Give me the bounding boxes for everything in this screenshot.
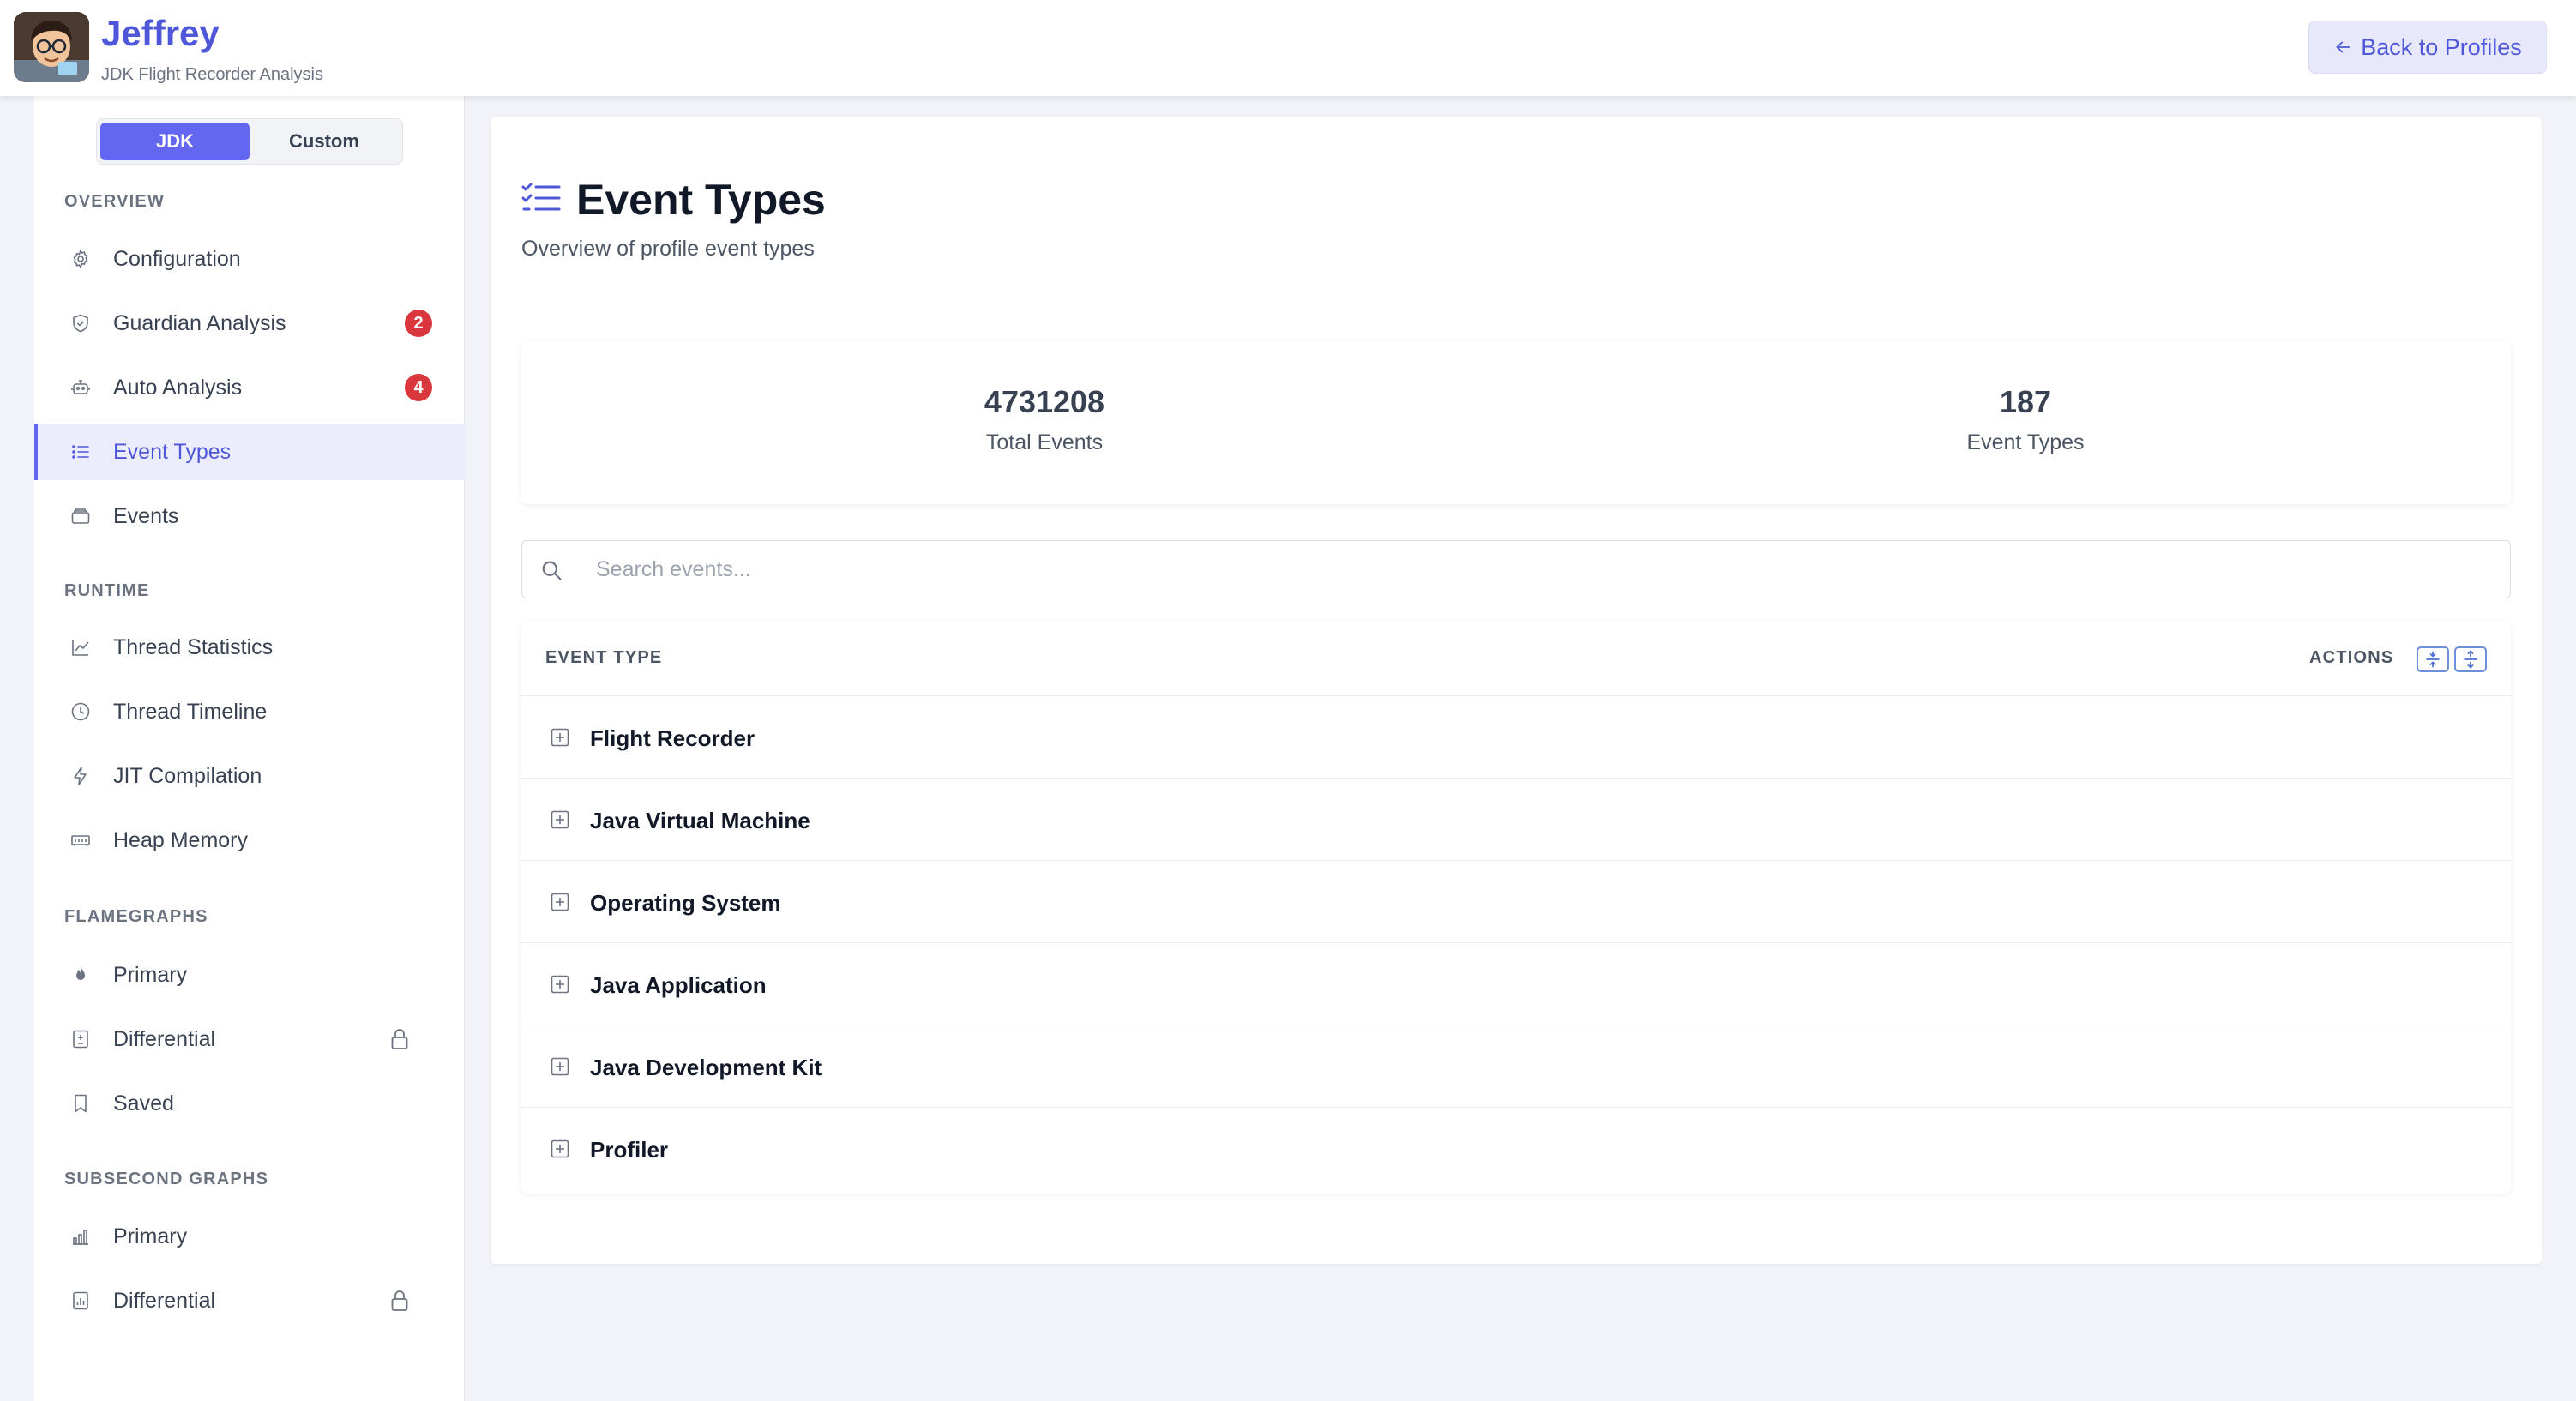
expand-all-button[interactable] <box>2417 646 2449 672</box>
sidebar-item-heap-memory[interactable]: Heap Memory <box>34 812 465 869</box>
guardian-analysis-count-badge: 2 <box>405 310 432 337</box>
expand-plus-icon[interactable] <box>551 728 569 747</box>
shield-icon <box>70 313 91 334</box>
section-label-subsecond-graphs: SUBSECOND GRAPHS <box>64 1170 269 1188</box>
stats-card: 4731208 Total Events 187 Event Types <box>521 341 2511 504</box>
collapse-all-button[interactable] <box>2454 646 2487 672</box>
sidebar-item-label: Saved <box>113 1091 174 1115</box>
stat-total-events: 4731208 Total Events <box>787 384 1302 455</box>
list-check-icon <box>521 182 561 216</box>
app-title: Jeffrey <box>101 13 220 53</box>
event-category-name: Java Virtual Machine <box>590 808 810 833</box>
table-row[interactable]: Java Application <box>521 943 2511 1025</box>
sidebar-item-subsecond-differential[interactable]: Differential <box>34 1272 465 1329</box>
sidebar-item-label: Heap Memory <box>113 827 248 852</box>
expand-plus-icon[interactable] <box>551 893 569 911</box>
flame-icon <box>70 965 91 985</box>
arrow-left-icon <box>2333 38 2352 57</box>
sidebar-item-configuration[interactable]: Configuration <box>34 231 465 287</box>
expand-plus-icon[interactable] <box>551 810 569 829</box>
sidebar-item-thread-statistics[interactable]: Thread Statistics <box>34 619 465 676</box>
table-row[interactable]: Java Development Kit <box>521 1025 2511 1108</box>
event-category-name: Java Application <box>590 972 767 998</box>
app-header: Jeffrey JDK Flight Recorder Analysis Bac… <box>0 0 2576 96</box>
event-category-name: Flight Recorder <box>590 725 755 751</box>
page-title: Event Types <box>576 176 826 224</box>
sidebar-item-guardian-analysis[interactable]: Guardian Analysis 2 <box>34 295 465 352</box>
robot-icon <box>70 377 91 398</box>
mode-toggle: JDK Custom <box>96 118 403 165</box>
stat-event-types: 187 Event Types <box>1768 384 2283 455</box>
memory-icon <box>70 830 91 851</box>
expand-plus-icon[interactable] <box>551 1139 569 1158</box>
section-label-overview: OVERVIEW <box>64 192 166 211</box>
page-subtitle: Overview of profile event types <box>521 237 815 261</box>
column-header-event-type: EVENT TYPE <box>545 648 663 667</box>
sidebar-item-flamegraph-primary[interactable]: Primary <box>34 947 465 1003</box>
bar-chart-icon <box>70 1226 91 1247</box>
main-content: Event Types Overview of profile event ty… <box>491 117 2542 1264</box>
lock-icon <box>389 1290 410 1312</box>
line-chart-icon <box>70 637 91 658</box>
search-icon <box>539 558 563 582</box>
file-diff-icon <box>70 1029 91 1049</box>
section-label-flamegraphs: FLAMEGRAPHS <box>64 907 208 926</box>
sidebar-item-label: Events <box>113 503 179 528</box>
gear-icon <box>70 249 91 269</box>
stat-label: Event Types <box>1966 430 2085 454</box>
lock-icon <box>389 1028 410 1050</box>
column-header-actions: ACTIONS <box>2309 648 2394 667</box>
lightning-icon <box>70 766 91 786</box>
sidebar-item-label: Thread Timeline <box>113 699 268 724</box>
search-box <box>521 540 2511 598</box>
list-icon <box>70 442 91 462</box>
event-category-name: Profiler <box>590 1137 669 1163</box>
event-types-table: EVENT TYPE ACTIONS Flight Recorder Java … <box>521 621 2511 1194</box>
sidebar-item-auto-analysis[interactable]: Auto Analysis 4 <box>34 359 465 416</box>
sidebar-item-label: JIT Compilation <box>113 763 262 788</box>
stat-value: 4731208 <box>984 384 1105 419</box>
bookmark-icon <box>70 1093 91 1114</box>
table-row[interactable]: Operating System <box>521 861 2511 943</box>
sidebar-item-events[interactable]: Events <box>34 488 465 544</box>
app-logo <box>14 12 89 82</box>
auto-analysis-count-badge: 4 <box>405 374 432 401</box>
stat-label: Total Events <box>985 430 1104 454</box>
sidebar-item-label: Configuration <box>113 246 241 271</box>
table-row[interactable]: Java Virtual Machine <box>521 779 2511 861</box>
sidebar-item-label: Primary <box>113 1224 188 1248</box>
table-header: EVENT TYPE ACTIONS <box>521 621 2511 696</box>
table-row[interactable]: Profiler <box>521 1108 2511 1190</box>
table-row[interactable]: Flight Recorder <box>521 696 2511 779</box>
sidebar: JDK Custom OVERVIEW Configuration Guardi… <box>34 96 465 1401</box>
mode-custom-button[interactable]: Custom <box>250 123 399 160</box>
sidebar-item-label: Event Types <box>113 439 232 464</box>
back-to-profiles-button[interactable]: Back to Profiles <box>2308 21 2547 74</box>
sidebar-item-flamegraph-differential[interactable]: Differential <box>34 1011 465 1067</box>
sidebar-item-event-types[interactable]: Event Types <box>34 424 465 480</box>
expand-plus-icon[interactable] <box>551 975 569 994</box>
expand-plus-icon[interactable] <box>551 1057 569 1076</box>
file-bar-chart-icon <box>70 1290 91 1311</box>
section-label-runtime: RUNTIME <box>64 581 150 600</box>
folder-icon <box>70 506 91 526</box>
sidebar-item-jit-compilation[interactable]: JIT Compilation <box>34 748 465 804</box>
sidebar-item-label: Thread Statistics <box>113 634 274 659</box>
sidebar-item-label: Auto Analysis <box>113 375 243 400</box>
sidebar-item-label: Primary <box>113 962 188 987</box>
sidebar-item-label: Differential <box>113 1288 216 1313</box>
mode-jdk-button[interactable]: JDK <box>100 123 250 160</box>
stat-value: 187 <box>1999 384 2052 419</box>
sidebar-item-flamegraph-saved[interactable]: Saved <box>34 1075 465 1132</box>
sidebar-item-thread-timeline[interactable]: Thread Timeline <box>34 683 465 740</box>
event-category-name: Java Development Kit <box>590 1055 822 1080</box>
sidebar-item-subsecond-primary[interactable]: Primary <box>34 1208 465 1265</box>
sidebar-item-label: Guardian Analysis <box>113 310 286 335</box>
search-input[interactable] <box>596 541 2483 598</box>
back-to-profiles-label: Back to Profiles <box>2361 33 2522 60</box>
clock-icon <box>70 701 91 722</box>
app-subtitle: JDK Flight Recorder Analysis <box>101 65 323 84</box>
event-category-name: Operating System <box>590 890 781 916</box>
sidebar-item-label: Differential <box>113 1026 216 1051</box>
